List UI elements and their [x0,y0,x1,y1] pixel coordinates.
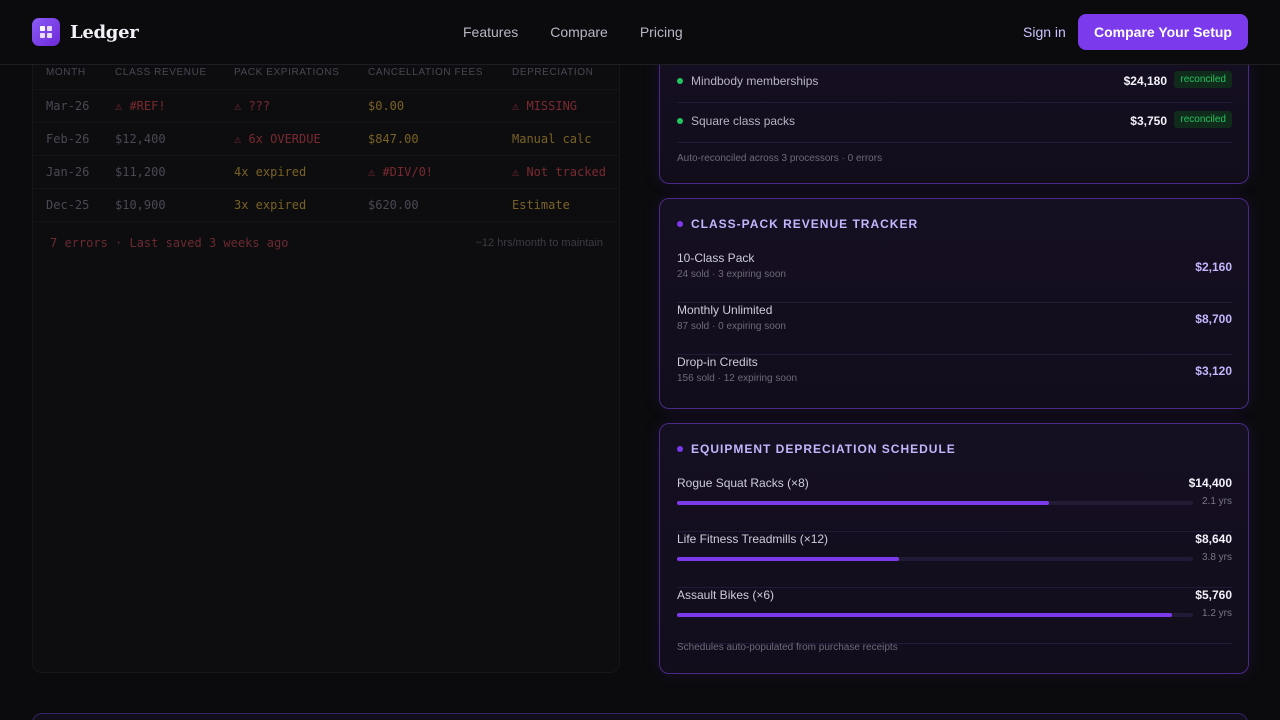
sign-in-link[interactable]: Sign in [1023,24,1066,40]
column-header-class-revenue: CLASS REVENUE [115,67,207,78]
progress-fill [677,501,1049,505]
brand-logo[interactable]: Ledger [32,18,139,46]
status-badge: reconciled [1174,111,1232,128]
remaining-years: 2.1 yrs [1201,496,1232,507]
list-item: Rogue Squat Racks (×8) $14,400 2.1 yrs [677,476,1232,532]
equipment-note: Schedules auto-populated from purchase r… [677,642,898,653]
spreadsheet-header: MONTH CLASS REVENUE PACK EXPIRATIONS CAN… [33,67,619,89]
list-item: Assault Bikes (×6) $5,760 1.2 yrs [677,588,1232,644]
table-cell: $11,200 [115,165,166,179]
pack-revenue: $2,160 [1195,260,1232,274]
column-header-depreciation: DEPRECIATION [512,67,594,78]
nav-links: Features Compare Pricing [463,24,683,40]
pack-revenue: $3,120 [1195,364,1232,378]
reconciliation-row: Mindbody memberships $24,180 reconciled [677,63,1232,103]
table-cell: Estimate [512,198,570,212]
table-cell: $847.00 [368,132,419,146]
status-badge: reconciled [1174,71,1232,88]
pack-details: 24 sold · 3 expiring soon [677,269,786,280]
column-header-pack-expirations: PACK EXPIRATIONS [234,67,340,78]
pack-details: 87 sold · 0 expiring soon [677,321,786,332]
maintenance-estimate: ~12 hrs/month to maintain [475,237,604,249]
processor-amount: $3,750 [1130,114,1167,128]
column-header-month: MONTH [46,67,86,78]
processor-label: Mindbody memberships [691,74,819,88]
equipment-name: Rogue Squat Racks (×8) [677,476,809,490]
brand-name: Ledger [70,21,139,43]
list-item: 10-Class Pack 24 sold · 3 expiring soon … [677,251,1232,303]
table-cell: ⚠ #DIV/0! [368,165,434,179]
depreciation-progress-bar [677,613,1193,617]
table-cell: Mar-26 [46,99,90,113]
table-cell: 3x expired [234,198,307,212]
bullet-dot-icon [677,221,683,227]
depreciation-progress-bar [677,557,1193,561]
list-item: Monthly Unlimited 87 sold · 0 expiring s… [677,303,1232,355]
table-cell: $0.00 [368,99,405,113]
nav-link-pricing[interactable]: Pricing [640,24,683,40]
equipment-value: $8,640 [1195,532,1232,546]
list-item: Life Fitness Treadmills (×12) $8,640 3.8… [677,532,1232,588]
progress-fill [677,613,1173,617]
pack-name: Monthly Unlimited [677,303,773,317]
table-row: Mar-26 ⚠ #REF! ⚠ ??? $0.00 ⚠ MISSING [33,89,619,122]
table-cell: ⚠ 6x OVERDUE [234,132,321,146]
pack-details: 156 sold · 12 expiring soon [677,373,798,384]
pack-revenue: $8,700 [1195,312,1232,326]
equipment-name: Assault Bikes (×6) [677,588,775,602]
progress-fill [677,557,899,561]
table-row: Feb-26 $12,400 ⚠ 6x OVERDUE $847.00 Manu… [33,122,619,155]
nav-link-features[interactable]: Features [463,24,518,40]
card-title-text: CLASS-PACK REVENUE TRACKER [691,217,919,231]
equipment-value: $14,400 [1188,476,1232,490]
status-dot-icon [677,118,683,124]
table-cell: $12,400 [115,132,166,146]
table-cell: Dec-25 [46,198,90,212]
card-title: CLASS-PACK REVENUE TRACKER [677,217,918,231]
status-dot-icon [677,78,683,84]
table-cell: Manual calc [512,132,592,146]
table-cell: $10,900 [115,198,166,212]
table-cell: ⚠ #REF! [115,99,166,113]
table-cell: ⚠ Not tracked [512,165,606,179]
processor-amount: $24,180 [1123,74,1167,88]
list-item: Drop-in Credits 156 sold · 12 expiring s… [677,355,1232,407]
bullet-dot-icon [677,446,683,452]
remaining-years: 1.2 yrs [1201,608,1232,619]
next-section-card [32,713,1248,720]
table-row: Dec-25 $10,900 3x expired $620.00 Estima… [33,188,619,221]
table-cell: ⚠ ??? [234,99,271,113]
equipment-name: Life Fitness Treadmills (×12) [677,532,829,546]
legacy-spreadsheet: MONTH CLASS REVENUE PACK EXPIRATIONS CAN… [32,50,620,673]
reconciliation-row: Square class packs $3,750 reconciled [677,103,1232,143]
column-header-cancellation-fees: CANCELLATION FEES [368,67,484,78]
nav-link-compare[interactable]: Compare [550,24,608,40]
card-title-text: EQUIPMENT DEPRECIATION SCHEDULE [691,442,956,456]
card-title: EQUIPMENT DEPRECIATION SCHEDULE [677,442,956,456]
pack-name: Drop-in Credits [677,355,758,369]
processor-label: Square class packs [691,114,796,128]
reconciliation-note: Auto-reconciled across 3 processors · 0 … [677,153,883,164]
equipment-value: $5,760 [1195,588,1232,602]
ledger-logo-icon [32,18,60,46]
top-nav: Ledger Features Compare Pricing Sign in … [0,0,1280,65]
table-cell: $620.00 [368,198,419,212]
remaining-years: 3.8 yrs [1201,552,1232,563]
equipment-depreciation-card: EQUIPMENT DEPRECIATION SCHEDULE Rogue Sq… [659,423,1249,674]
compare-setup-button[interactable]: Compare Your Setup [1078,14,1248,50]
table-cell: ⚠ MISSING [512,99,578,113]
table-row: Jan-26 $11,200 4x expired ⚠ #DIV/0! ⚠ No… [33,155,619,188]
depreciation-progress-bar [677,501,1193,505]
pack-name: 10-Class Pack [677,251,755,265]
error-summary: 7 errors · Last saved 3 weeks ago [50,236,289,250]
class-pack-tracker-card: CLASS-PACK REVENUE TRACKER 10-Class Pack… [659,198,1249,409]
table-cell: 4x expired [234,165,307,179]
spreadsheet-footer: 7 errors · Last saved 3 weeks ago ~12 hr… [33,221,619,263]
table-cell: Feb-26 [46,132,90,146]
table-cell: Jan-26 [46,165,90,179]
